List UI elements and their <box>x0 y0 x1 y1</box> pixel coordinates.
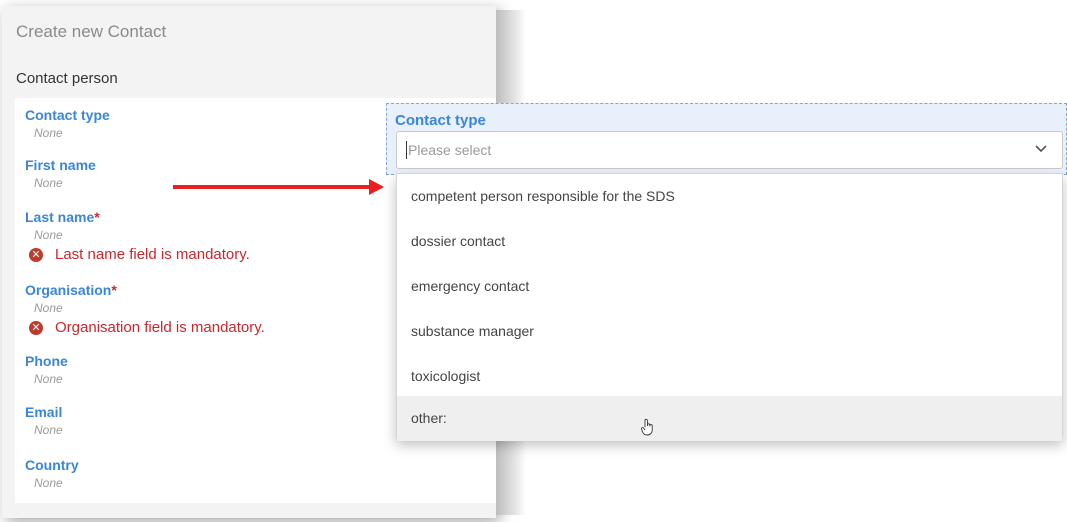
field-organisation[interactable]: Organisation* None ✕ Organisation field … <box>25 281 265 336</box>
field-contact-type[interactable]: Contact type None <box>25 106 110 142</box>
option-substance-manager[interactable]: substance manager <box>397 309 1062 354</box>
option-other[interactable]: other: <box>397 396 1062 441</box>
field-value: None <box>34 423 63 437</box>
field-value: None <box>34 476 63 490</box>
contact-type-select[interactable]: Please select <box>396 131 1063 169</box>
section-title: Contact person <box>16 70 118 87</box>
dropdown-list: competent person responsible for the SDS… <box>396 173 1063 441</box>
red-arrow-head <box>369 179 384 195</box>
field-label: Country <box>25 457 79 473</box>
field-first-name[interactable]: First name None <box>25 156 96 192</box>
select-placeholder: Please select <box>408 142 492 158</box>
field-label-text: Organisation <box>25 282 112 298</box>
field-label: Last name* <box>25 208 250 226</box>
required-marker: * <box>111 282 117 298</box>
field-label: Contact type <box>25 107 110 123</box>
error-message: ✕ Organisation field is mandatory. <box>29 319 265 336</box>
option-emergency-contact[interactable]: emergency contact <box>397 264 1062 309</box>
field-value: None <box>34 301 63 315</box>
x-circle-icon: ✕ <box>29 320 43 335</box>
chevron-down-icon[interactable] <box>1034 144 1048 154</box>
field-last-name[interactable]: Last name* None ✕ Last name field is man… <box>25 208 250 263</box>
field-label: Organisation* <box>25 281 265 299</box>
required-marker: * <box>94 209 100 225</box>
field-label-text: Last name <box>25 209 95 225</box>
text-caret <box>406 141 407 159</box>
hand-cursor-icon <box>641 418 653 436</box>
red-arrow-right <box>173 185 371 189</box>
popup-label: Contact type <box>395 112 486 129</box>
panel-title: Create new Contact <box>16 22 167 41</box>
field-country[interactable]: Country None <box>25 456 79 492</box>
field-value: None <box>34 228 63 242</box>
x-circle-icon: ✕ <box>29 247 43 262</box>
field-email[interactable]: Email None <box>25 403 63 439</box>
error-text: Organisation field is mandatory. <box>55 319 265 336</box>
option-dossier-contact[interactable]: dossier contact <box>397 219 1062 264</box>
field-label: Email <box>25 404 63 420</box>
field-value: None <box>34 372 63 386</box>
field-phone[interactable]: Phone None <box>25 352 68 388</box>
option-competent-person[interactable]: competent person responsible for the SDS <box>397 174 1062 219</box>
error-text: Last name field is mandatory. <box>55 246 250 263</box>
error-message: ✕ Last name field is mandatory. <box>29 246 250 263</box>
field-label: Phone <box>25 353 68 369</box>
field-value: None <box>34 176 63 190</box>
option-toxicologist[interactable]: toxicologist <box>397 354 1062 399</box>
field-label: First name <box>25 157 96 173</box>
field-value: None <box>34 126 63 140</box>
